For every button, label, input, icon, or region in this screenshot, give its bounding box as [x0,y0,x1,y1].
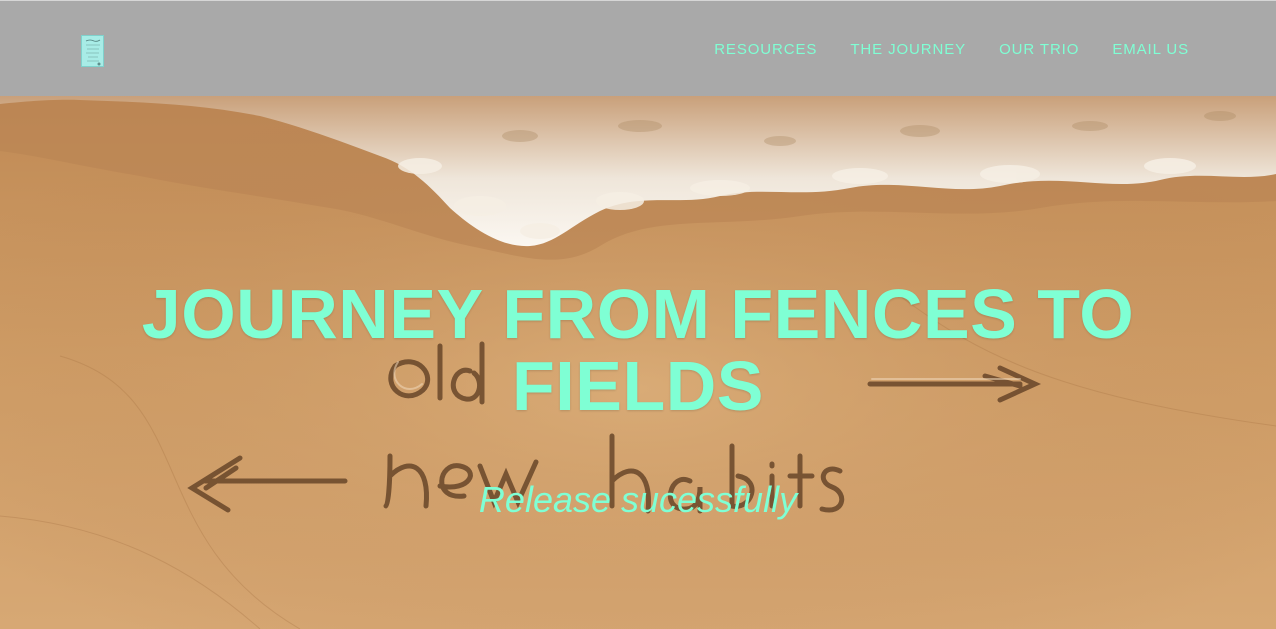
nav-the-journey[interactable]: THE JOURNEY [850,41,966,59]
hero-title: JOURNEY FROM FENCES TO FIELDS [141,275,1135,425]
main-nav: RESOURCES THE JOURNEY OUR TRIO EMAIL US [714,41,1189,59]
nav-resources[interactable]: RESOURCES [714,41,817,59]
nav-email-us[interactable]: EMAIL US [1112,41,1189,59]
hero-subtitle: Release sucessfully [478,479,798,520]
book-cover-logo-icon[interactable] [81,35,104,67]
nav-our-trio[interactable]: OUR TRIO [999,41,1079,59]
hero-section: JOURNEY FROM FENCES TO FIELDS Release su… [0,96,1276,629]
site-header: RESOURCES THE JOURNEY OUR TRIO EMAIL US [0,0,1276,96]
